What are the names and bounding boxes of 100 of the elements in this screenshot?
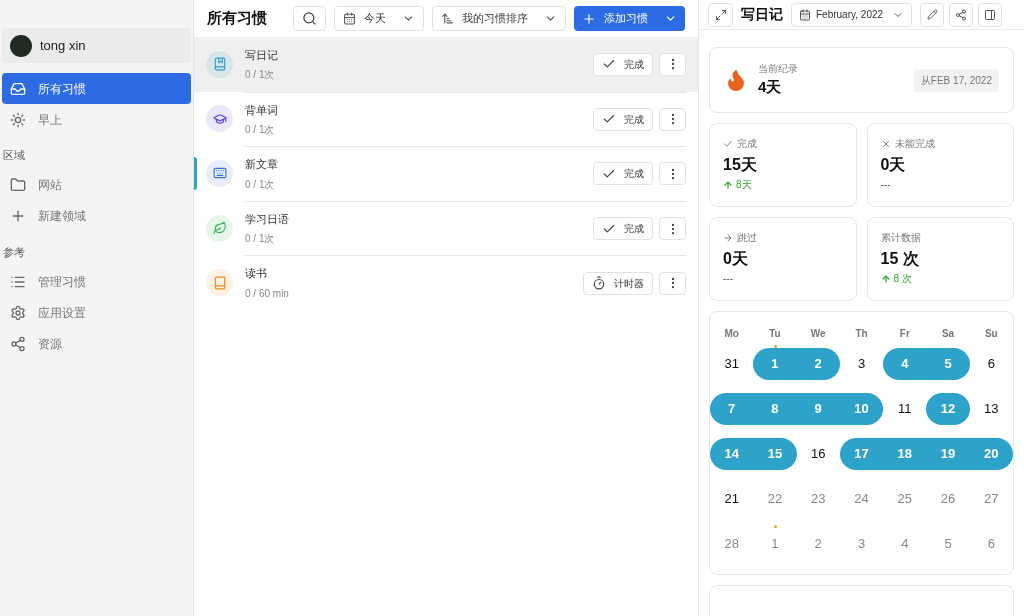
habit-icon (212, 275, 227, 290)
calendar-day[interactable]: 9 (796, 392, 840, 425)
stat-value: 15 次 (880, 249, 920, 269)
calendar-day[interactable]: 20 (969, 437, 1013, 470)
filter-dropdown[interactable]: 我的习惯排序 (432, 6, 566, 31)
stat-delta: --- (723, 272, 733, 286)
share-button[interactable] (949, 2, 974, 27)
sidebar-item[interactable]: 所有习惯 (2, 73, 191, 104)
section-heading: 参考 (2, 244, 26, 260)
complete-button[interactable]: 完成 (593, 52, 653, 76)
share-icon (955, 8, 968, 21)
stat-delta: --- (880, 178, 891, 192)
user-profile[interactable]: tong xin (2, 28, 191, 63)
calendar-day[interactable]: 5 (926, 347, 970, 380)
month-dropdown[interactable]: February, 2022 (791, 2, 913, 27)
calendar-day[interactable]: 17 (839, 437, 884, 470)
streak-value: 4天 (758, 77, 783, 98)
calendar-day[interactable]: 31 (710, 347, 754, 380)
calendar-day[interactable]: 26 (926, 482, 970, 515)
calendar-day[interactable]: 18 (883, 437, 927, 470)
stat-value: 0天 (880, 155, 907, 175)
sidebar-item[interactable]: 应用设置 (2, 297, 191, 328)
calendar-day[interactable]: 3 (839, 347, 884, 380)
search-button[interactable] (293, 6, 326, 31)
stat-delta: 8天 (736, 178, 752, 192)
calendar-day[interactable]: 6 (969, 347, 1013, 380)
streak-label: 当前纪录 (758, 62, 798, 77)
stat-delta: 8 次 (893, 272, 912, 286)
calendar-day[interactable]: 3 (839, 527, 884, 560)
habit-name: 写日记 (245, 47, 278, 63)
timer-button[interactable]: 计时器 (583, 271, 653, 295)
calendar-day[interactable]: 14 (710, 437, 754, 470)
edit-button[interactable] (920, 2, 945, 27)
calendar-day[interactable]: 1 (753, 527, 797, 560)
sidebar-item-icon (10, 177, 26, 193)
calendar-day[interactable]: 12 (926, 392, 970, 425)
search-icon (302, 11, 317, 26)
sidebar-item[interactable]: 网站 (2, 169, 191, 201)
calendar-day[interactable]: 27 (969, 482, 1013, 515)
calendar-day[interactable]: 24 (839, 482, 884, 515)
sidebar-item-icon (10, 80, 26, 97)
calendar-day[interactable]: 19 (926, 437, 970, 470)
sidebar-item[interactable]: 早上 (2, 104, 191, 135)
sort-icon (441, 12, 454, 25)
calendar-day[interactable]: 22 (753, 482, 797, 515)
detail-title: 写日记 (741, 5, 783, 24)
weekday-label: Tu (768, 327, 782, 341)
expand-button[interactable] (708, 2, 733, 27)
filter-dropdown[interactable]: 今天 (334, 6, 424, 31)
calendar-day[interactable]: 1 (753, 347, 797, 380)
weekday-label: Sa (940, 327, 956, 341)
calendar-day[interactable]: 2 (796, 527, 840, 560)
sidebar-item[interactable]: 管理习惯 (2, 266, 191, 297)
calendar-day[interactable]: 10 (839, 392, 884, 425)
habit-icon (212, 221, 227, 236)
section-heading: 区域 (2, 148, 26, 163)
sidebar-item-icon (10, 111, 26, 128)
calendar-day[interactable]: 28 (710, 527, 754, 560)
sidebar-item-icon (10, 304, 26, 321)
complete-button[interactable]: 完成 (593, 162, 653, 186)
habit-progress: 0 / 1次 (245, 232, 276, 247)
calendar-day[interactable]: 7 (710, 392, 754, 425)
expand-icon (714, 8, 727, 21)
habit-progress: 0 / 1次 (245, 177, 276, 192)
page-title: 所有习惯 (207, 8, 267, 29)
calendar-day[interactable]: 11 (883, 392, 927, 425)
stat-value: 0天 (723, 249, 749, 269)
calendar-day[interactable]: 8 (753, 392, 797, 425)
complete-button[interactable]: 完成 (593, 107, 653, 131)
calendar-day[interactable]: 5 (926, 527, 970, 560)
calendar-day[interactable]: 15 (753, 437, 797, 470)
complete-button[interactable]: 完成 (593, 217, 653, 241)
sidebar-item[interactable]: 资源 (2, 328, 191, 359)
check-icon (602, 167, 616, 181)
weekday-label: Fr (898, 327, 911, 341)
habit-row[interactable]: 写日记 0 / 1次 完成 (194, 37, 698, 92)
avatar (10, 34, 32, 57)
calendar-day[interactable]: 4 (883, 347, 927, 380)
habit-name: 背单词 (245, 102, 278, 118)
habit-name: 读书 (245, 266, 268, 282)
sidebar-item-icon (10, 335, 26, 352)
stat-label: 未能完成 (894, 137, 935, 151)
sidebar-item[interactable]: 新建领域 (2, 200, 191, 232)
weekday-label: We (809, 327, 827, 341)
calendar-day[interactable]: 23 (796, 482, 840, 515)
add-habit-button[interactable]: 添加习惯 (574, 6, 685, 31)
calendar-day[interactable]: 25 (883, 482, 927, 515)
calendar-day[interactable]: 13 (969, 392, 1013, 425)
weekday-label: Su (983, 327, 999, 341)
calendar-day[interactable]: 21 (710, 482, 754, 515)
calendar-day[interactable]: 6 (969, 527, 1013, 560)
calendar-day[interactable]: 2 (796, 347, 840, 380)
habit-progress: 0 / 60 min (245, 286, 289, 301)
calendar-day[interactable]: 4 (883, 527, 927, 560)
panel-icon (984, 8, 997, 21)
panel-button[interactable] (978, 2, 1003, 27)
habit-progress: 0 / 1次 (245, 123, 276, 138)
habit-progress: 0 / 1次 (245, 68, 276, 83)
sidebar-item-icon (10, 208, 26, 224)
calendar-day[interactable]: 16 (796, 437, 840, 470)
